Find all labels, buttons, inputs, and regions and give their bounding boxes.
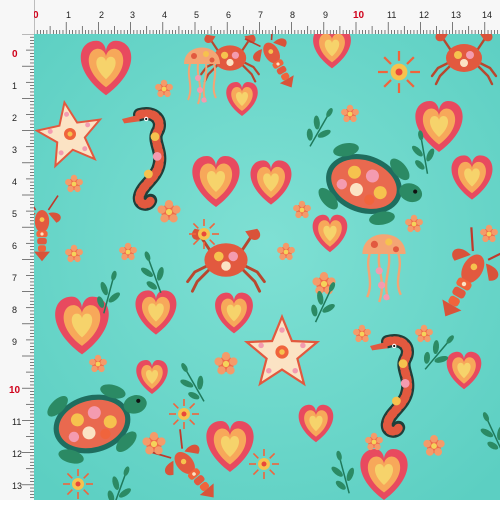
ocean-pattern [34, 34, 500, 500]
top-ruler-label-3: 3 [130, 10, 136, 20]
left-ruler-label-7: 7 [12, 273, 18, 283]
left-ruler-label-9: 9 [12, 337, 18, 347]
top-ruler-label-11: 11 [387, 10, 397, 20]
left-ruler-label-2: 2 [12, 113, 18, 123]
top-ruler-label-2: 2 [99, 10, 105, 20]
sunburst-icon [188, 218, 220, 250]
top-ruler-label-4: 4 [162, 10, 168, 20]
left-ruler-label-12: 12 [12, 449, 23, 459]
left-ruler-label-8: 8 [12, 305, 18, 315]
top-ruler-label-8: 8 [290, 10, 296, 20]
left-ruler-label-0: 0 [12, 49, 18, 60]
left-ruler-label-6: 6 [12, 241, 18, 251]
top-ruler-label-13: 13 [451, 10, 462, 20]
top-ruler-label-14: 14 [482, 10, 493, 20]
left-ruler-label-11: 11 [12, 417, 22, 427]
fabric-print [34, 34, 500, 500]
top-ruler-label-10: 10 [353, 10, 365, 21]
sunburst-icon [376, 49, 422, 95]
left-ruler-label-3: 3 [12, 145, 18, 155]
top-ruler-label-7: 7 [258, 10, 264, 20]
left-ruler-label-13: 13 [12, 481, 23, 491]
ruler-corner [0, 0, 34, 34]
top-ruler-label-12: 12 [419, 10, 430, 20]
top-ruler-label-6: 6 [226, 10, 232, 20]
left-ruler-label-1: 1 [12, 81, 18, 91]
top-ruler-label-5: 5 [194, 10, 200, 20]
top-ruler-label-1: 1 [66, 10, 72, 20]
left-ruler-label-10: 10 [9, 385, 21, 396]
sunburst-icon [62, 468, 94, 500]
left-ruler-label-4: 4 [12, 177, 18, 187]
top-ruler-label-9: 9 [323, 10, 329, 20]
sunburst-icon [248, 448, 280, 480]
sunburst-icon [168, 398, 200, 430]
left-ruler-label-5: 5 [12, 209, 18, 219]
